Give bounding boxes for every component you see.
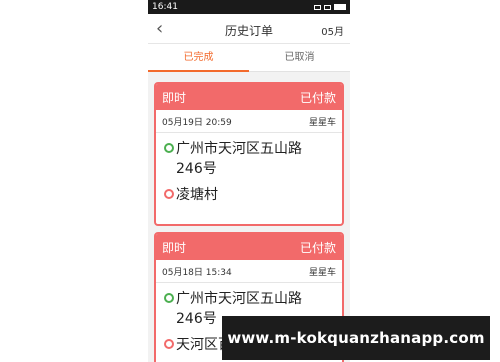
destination-address: 凌塘村 — [176, 187, 218, 203]
vehicle-type: 星星车 — [308, 267, 336, 278]
status-icons — [314, 4, 346, 10]
order-card-header: 即时 已付款 — [156, 234, 342, 260]
order-meta: 05月18日 15:34 星星车 — [156, 260, 342, 283]
tab-cancelled[interactable]: 已取消 — [249, 44, 350, 71]
battery-icon — [334, 4, 346, 10]
origin-address: 广州市天河区五山路 246号 — [176, 141, 302, 177]
order-card[interactable]: 即时 已付款 05月19日 20:59 星星车 广州市天河区五山路 246号 凌… — [154, 82, 344, 226]
order-type: 即时 — [162, 240, 187, 255]
order-type: 即时 — [162, 90, 187, 105]
status-bar: 16:41 — [148, 0, 350, 14]
destination-row: 凌塘村 — [162, 185, 336, 205]
order-tabs: 已完成 已取消 — [148, 44, 350, 72]
destination-pin-icon — [164, 339, 174, 349]
origin-row: 广州市天河区五山路 246号 — [162, 139, 336, 179]
wifi-icon — [324, 4, 331, 10]
phone-screen: 16:41 ‹ 历史订单 05月 已完成 已取消 即时 已付款 05月19日 2… — [148, 0, 350, 362]
order-datetime: 05月18日 15:34 — [162, 267, 232, 278]
route: 广州市天河区五山路 246号 凌塘村 — [156, 133, 342, 205]
tab-completed[interactable]: 已完成 — [148, 44, 249, 72]
page-title: 历史订单 — [224, 24, 273, 38]
order-card-header: 即时 已付款 — [156, 84, 342, 110]
destination-pin-icon — [164, 189, 174, 199]
watermark-banner: www.m-kokquanzhanapp.com — [222, 316, 490, 360]
payment-status: 已付款 — [299, 240, 336, 255]
signal-icon — [314, 4, 321, 10]
order-datetime: 05月19日 20:59 — [162, 117, 232, 128]
origin-pin-icon — [164, 293, 174, 303]
origin-pin-icon — [164, 143, 174, 153]
app-header: ‹ 历史订单 05月 — [148, 14, 350, 44]
month-selector[interactable]: 05月 — [321, 23, 344, 38]
payment-status: 已付款 — [299, 90, 336, 105]
status-time: 16:41 — [152, 2, 178, 12]
order-meta: 05月19日 20:59 星星车 — [156, 110, 342, 133]
vehicle-type: 星星车 — [308, 117, 336, 128]
